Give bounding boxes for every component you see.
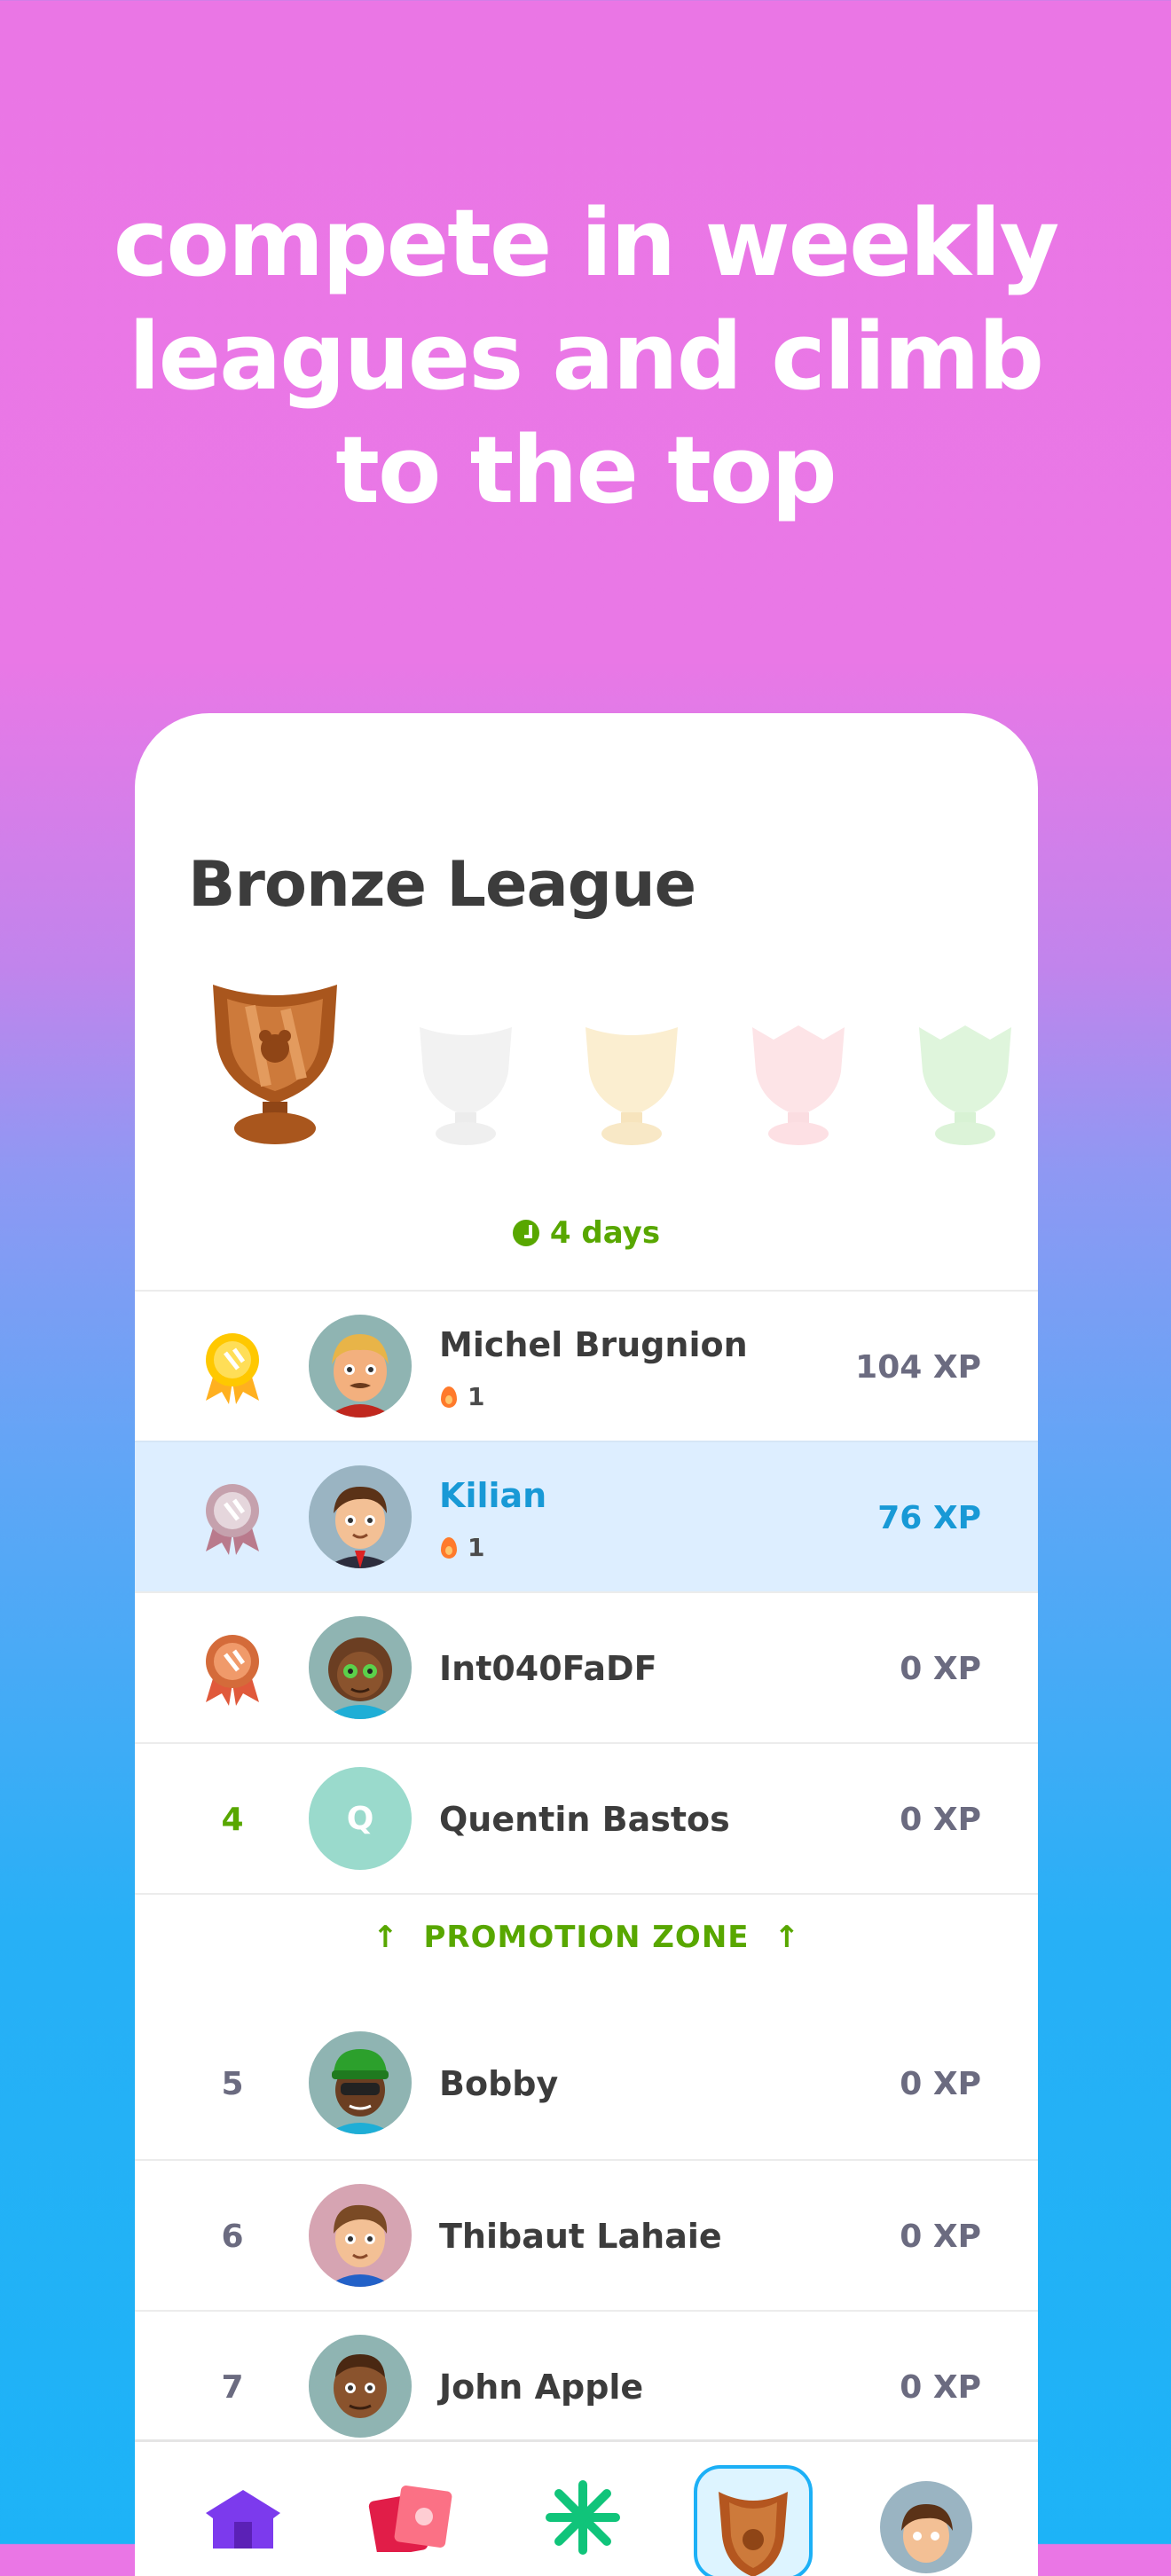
leagues-icon (719, 2492, 788, 2576)
streak: 1 (441, 1533, 484, 1562)
headline-line-2: leagues and climb (128, 302, 1044, 411)
league-timer: 4 days (135, 1215, 1038, 1251)
letters-icon[interactable] (367, 2481, 456, 2552)
user-xp: 0 XP (900, 1650, 981, 1687)
leaderboard-row[interactable]: 5 Bobby 0 XP (135, 2008, 1038, 2159)
characters-icon[interactable] (543, 2478, 623, 2557)
streak-count: 1 (468, 1382, 485, 1411)
profile-icon[interactable] (880, 2481, 972, 2573)
leaderboard-row[interactable]: Int040FaDF 0 XP (135, 1591, 1038, 1742)
bronze-trophy-icon[interactable] (204, 979, 346, 1148)
promotion-zone-banner: ↑ PROMOTION ZONE ↑ (135, 1920, 1038, 1955)
avatar[interactable] (309, 1465, 412, 1568)
user-name: Kilian (439, 1476, 547, 1515)
leaderboard-row[interactable]: 7 John Apple 0 XP (135, 2310, 1038, 2461)
bronze-medal-icon (206, 1635, 259, 1706)
user-name: Int040FaDF (439, 1649, 657, 1688)
clock-icon (512, 1220, 539, 1246)
rank-number: 4 (221, 1801, 244, 1838)
home-icon[interactable] (197, 2486, 289, 2549)
rank-number: 5 (221, 2065, 244, 2102)
user-xp: 0 XP (900, 1801, 981, 1838)
rank-number: 6 (221, 2218, 244, 2255)
user-name: Thibaut Lahaie (439, 2217, 722, 2256)
user-name: Michel Brugnion (439, 1325, 748, 1364)
user-xp: 76 XP (877, 1499, 981, 1536)
avatar[interactable] (309, 2031, 412, 2134)
leaderboard-row-current-user[interactable]: Kilian 1 76 XP (135, 1441, 1038, 1591)
streak-count: 1 (468, 1533, 485, 1562)
phone-screen: Bronze League 4 days Michel Brugnion 1 1… (135, 713, 1038, 2576)
avatar[interactable] (309, 2335, 412, 2438)
headline-line-1: compete in weekly (113, 189, 1060, 297)
streak: 1 (441, 1382, 484, 1411)
arrow-up-icon: ↑ (372, 1920, 399, 1955)
avatar[interactable] (309, 2184, 412, 2287)
divider (135, 1893, 1038, 1895)
leaderboard-row[interactable]: Michel Brugnion 1 104 XP (135, 1290, 1038, 1441)
user-xp: 0 XP (900, 2065, 981, 2102)
arrow-up-icon: ↑ (774, 1920, 800, 1955)
emerald-trophy-icon[interactable] (914, 1024, 1017, 1148)
gold-trophy-icon[interactable] (580, 1024, 683, 1148)
user-xp: 104 XP (855, 1348, 981, 1386)
user-name: Bobby (439, 2064, 559, 2103)
sapphire-trophy-icon[interactable] (747, 1024, 850, 1148)
silver-trophy-icon[interactable] (414, 1024, 517, 1148)
avatar[interactable] (309, 1315, 412, 1418)
headline: compete in weekly leagues and climb to t… (0, 186, 1171, 527)
league-trophies (135, 979, 1038, 1145)
rank-medal (135, 1593, 330, 1744)
bottom-tab-bar (135, 2439, 1038, 2576)
gold-medal-icon (206, 1333, 259, 1404)
flame-icon (441, 1386, 457, 1408)
leaderboard-row[interactable]: 4 Q Quentin Bastos 0 XP (135, 1742, 1038, 1893)
silver-medal-icon (206, 1484, 259, 1555)
promotion-zone-label: PROMOTION ZONE (423, 1920, 750, 1955)
league-title: Bronze League (188, 848, 696, 921)
avatar[interactable] (309, 1616, 412, 1719)
headline-line-3: to the top (335, 416, 837, 524)
rank-medal (135, 1442, 330, 1593)
avatar-initial[interactable]: Q (309, 1767, 412, 1870)
user-xp: 0 XP (900, 2218, 981, 2255)
rank-medal (135, 1292, 330, 1442)
leaderboard-row[interactable]: 6 Thibaut Lahaie 0 XP (135, 2159, 1038, 2310)
user-name: Quentin Bastos (439, 1800, 730, 1839)
timer-label: 4 days (549, 1215, 661, 1251)
tab-leagues[interactable] (694, 2465, 813, 2576)
flame-icon (441, 1537, 457, 1559)
